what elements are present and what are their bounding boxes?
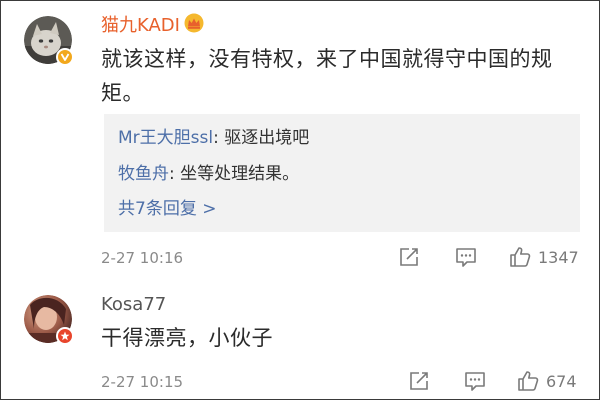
reply-username[interactable]: 牧鱼舟 (118, 164, 169, 184)
repost-icon (400, 248, 418, 266)
verified-v-icon (56, 48, 74, 66)
comment-item: 猫九KADI 就该这样，没有特权，来了中国就得守中国的规 矩。 Mr王大胆ssl… (0, 0, 600, 280)
username[interactable]: Kosa77 (101, 294, 166, 316)
comment-button[interactable] (464, 370, 486, 392)
username-text: 猫九KADI (101, 15, 180, 36)
star-badge-icon (56, 327, 74, 345)
reply-text: : 坐等处理结果。 (169, 164, 300, 184)
reply-item: Mr王大胆ssl: 驱逐出境吧 (118, 125, 309, 151)
comment-item: Kosa77 干得漂亮，小伙子 2-27 10:15 674 (0, 280, 600, 400)
repost-button[interactable] (398, 246, 420, 268)
reply-text: : 驱逐出境吧 (213, 128, 310, 148)
comment-text: 就该这样，没有特权，来了中国就得守中国的规 矩。 (101, 42, 581, 110)
thumbs-up-icon (510, 247, 531, 267)
like-count: 1347 (538, 247, 579, 267)
thumbs-up-icon (518, 371, 539, 391)
comment-button[interactable] (455, 246, 477, 268)
crown-icon (183, 13, 205, 39)
timestamp: 2-27 10:16 (101, 249, 184, 267)
like-button[interactable]: 674 (516, 369, 577, 393)
avatar[interactable] (24, 16, 74, 66)
username[interactable]: 猫九KADI (101, 13, 205, 39)
comment-icon (465, 372, 485, 391)
reply-item: 牧鱼舟: 坐等处理结果。 (118, 161, 299, 187)
comment-text: 干得漂亮，小伙子 (101, 326, 273, 350)
more-replies-link[interactable]: 共7条回复 > (118, 196, 216, 222)
avatar[interactable] (24, 295, 74, 345)
like-button[interactable]: 1347 (508, 245, 579, 269)
timestamp: 2-27 10:15 (101, 373, 184, 391)
comment-text-line: 矩。 (101, 81, 144, 105)
comment-text-line: 就该这样，没有特权，来了中国就得守中国的规 (101, 47, 553, 71)
comment-icon (456, 248, 476, 267)
like-count: 674 (546, 371, 577, 391)
repost-icon (410, 372, 428, 390)
reply-username[interactable]: Mr王大胆ssl (118, 128, 213, 148)
reply-box: Mr王大胆ssl: 驱逐出境吧 牧鱼舟: 坐等处理结果。 共7条回复 > (104, 114, 580, 232)
repost-button[interactable] (408, 370, 430, 392)
